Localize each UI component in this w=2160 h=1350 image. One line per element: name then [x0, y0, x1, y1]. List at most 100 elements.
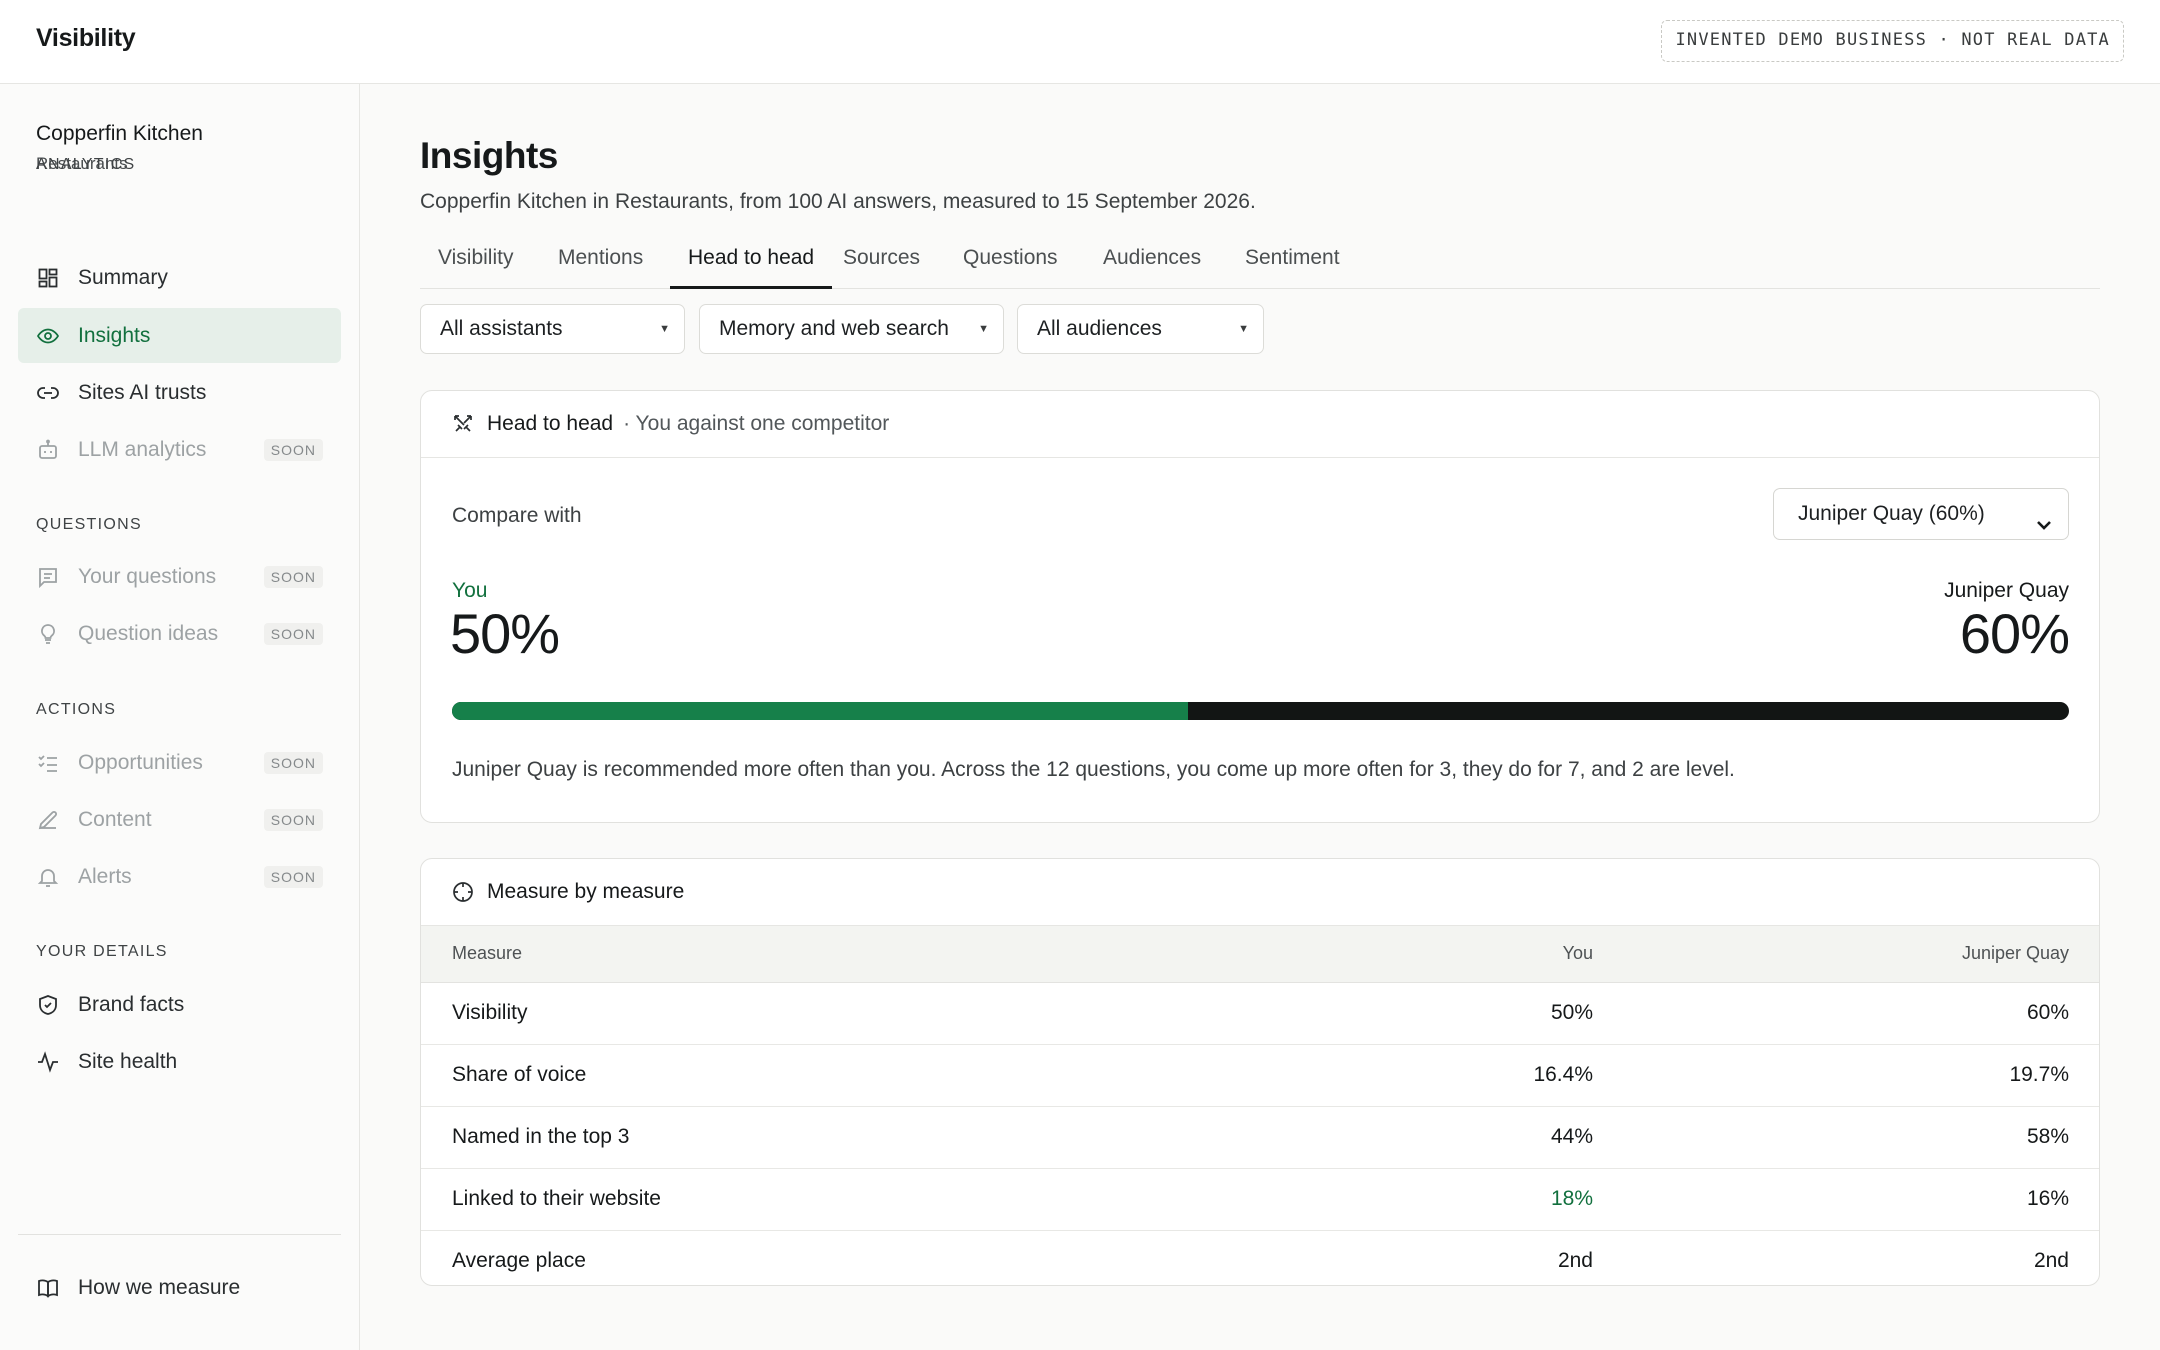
measure-you-value: 16.4% — [1093, 1044, 1593, 1107]
competitor-select[interactable]: Juniper Quay (60%) — [1773, 488, 2069, 540]
table-row: Average place 2nd 2nd — [421, 1230, 2099, 1285]
shield-icon — [36, 993, 60, 1017]
caret-down-icon: ▼ — [978, 323, 989, 335]
crosshair-icon — [451, 880, 475, 904]
sidebar-item-alerts[interactable]: Alerts SOON — [18, 849, 341, 904]
measure-you-value: 18% — [1093, 1168, 1593, 1231]
tab-visibility[interactable]: Visibility — [420, 238, 531, 289]
app-title: Visibility — [36, 24, 136, 52]
sidebar-item-label: Alerts — [78, 864, 132, 888]
tab-sources[interactable]: Sources — [825, 238, 938, 289]
caret-down-icon: ▼ — [1238, 323, 1249, 335]
swords-icon — [451, 412, 475, 436]
sidebar-item-sites-ai-trusts[interactable]: Sites AI trusts — [18, 365, 341, 420]
comparison-bar-you — [452, 702, 1188, 720]
table-row: Linked to their website 18% 16% — [421, 1168, 2099, 1231]
tab-questions[interactable]: Questions — [945, 238, 1076, 289]
mode-filter[interactable]: Memory and web search ▼ — [699, 304, 1004, 354]
checklist-icon — [36, 751, 60, 775]
soon-badge: SOON — [263, 752, 323, 774]
business-name: Copperfin Kitchen — [36, 122, 203, 145]
sidebar-item-label: Content — [78, 807, 152, 831]
table-row: Share of voice 16.4% 19.7% — [421, 1044, 2099, 1107]
column-header-you: You — [1093, 926, 1593, 983]
section-label-questions: QUESTIONS — [36, 516, 142, 533]
sidebar-item-brand-facts[interactable]: Brand facts — [18, 977, 341, 1032]
soon-badge: SOON — [263, 439, 323, 461]
measure-competitor-value: 58% — [1593, 1106, 2099, 1169]
tab-sentiment[interactable]: Sentiment — [1227, 238, 1358, 289]
sidebar-item-opportunities[interactable]: Opportunities SOON — [18, 735, 341, 790]
measure-competitor-value: 19.7% — [1593, 1044, 2099, 1107]
sidebar-item-label: Sites AI trusts — [78, 380, 207, 404]
measure-name: Linked to their website — [421, 1168, 1093, 1231]
head-to-head-header: Head to head · You against one competito… — [421, 391, 2099, 458]
sidebar-item-question-ideas[interactable]: Question ideas SOON — [18, 606, 341, 661]
sidebar-item-content[interactable]: Content SOON — [18, 792, 341, 847]
measure-by-measure-header: Measure by measure — [421, 859, 2099, 926]
sidebar-item-label: Question ideas — [78, 621, 219, 645]
pen-icon — [36, 808, 60, 832]
sidebar-item-your-questions[interactable]: Your questions SOON — [18, 549, 341, 604]
sidebar-item-insights[interactable]: Insights — [18, 308, 341, 363]
soon-badge: SOON — [263, 809, 323, 831]
sidebar-item-label: How we measure — [78, 1275, 241, 1299]
measures-table: Measure You Juniper Quay Visibility 50% … — [421, 926, 2099, 1285]
soon-badge: SOON — [263, 866, 323, 888]
tab-mentions[interactable]: Mentions — [540, 238, 661, 289]
comparison-bar — [452, 702, 2069, 720]
competitor-select-value: Juniper Quay (60%) — [1798, 502, 1985, 525]
sidebar-item-summary[interactable]: Summary — [18, 250, 341, 305]
sidebar-item-llm-analytics[interactable]: LLM analytics SOON — [18, 422, 341, 477]
link-icon — [36, 381, 60, 405]
sidebar-item-how-we-measure[interactable]: How we measure — [18, 1260, 341, 1315]
sidebar-divider — [18, 1234, 341, 1235]
head-to-head-summary: Juniper Quay is recommended more often t… — [452, 758, 1735, 781]
main-content: Insights Copperfin Kitchen in Restaurant… — [361, 85, 2160, 1350]
soon-badge: SOON — [263, 623, 323, 645]
tab-audiences[interactable]: Audiences — [1085, 238, 1219, 289]
top-bar: Visibility INVENTED DEMO BUSINESS · NOT … — [0, 0, 2160, 84]
competitor-percentage: 60% — [1959, 602, 2070, 665]
grid-icon — [36, 266, 60, 290]
compare-with-label: Compare with — [452, 504, 582, 527]
head-to-head-card: Head to head · You against one competito… — [420, 390, 2100, 823]
activity-icon — [36, 1050, 60, 1074]
tab-head-to-head[interactable]: Head to head — [670, 238, 833, 289]
column-header-competitor: Juniper Quay — [1593, 926, 2099, 983]
sidebar-item-label: Insights — [78, 323, 151, 347]
sidebar-item-label: Brand facts — [78, 992, 185, 1016]
section-label-analytics: ANALYTICS — [36, 156, 136, 173]
sidebar-item-site-health[interactable]: Site health — [18, 1034, 341, 1089]
lightbulb-icon — [36, 622, 60, 646]
measure-by-measure-title: Measure by measure — [487, 880, 685, 903]
measure-name: Named in the top 3 — [421, 1106, 1093, 1169]
audiences-filter-value: All audiences — [1037, 317, 1162, 340]
soon-badge: SOON — [263, 566, 323, 588]
mode-filter-value: Memory and web search — [719, 317, 949, 340]
measure-competitor-value: 16% — [1593, 1168, 2099, 1231]
measure-name: Share of voice — [421, 1044, 1093, 1107]
measure-name: Visibility — [421, 982, 1093, 1045]
measure-you-value: 2nd — [1557, 1249, 1593, 1273]
book-icon — [36, 1276, 60, 1300]
page-subtitle: Copperfin Kitchen in Restaurants, from 1… — [420, 190, 1256, 213]
assistants-filter[interactable]: All assistants ▼ — [420, 304, 685, 354]
sidebar-item-label: Your questions — [78, 564, 217, 588]
bot-icon — [36, 438, 60, 462]
sidebar-item-label: LLM analytics — [78, 437, 207, 461]
measure-you-value: 44% — [1093, 1106, 1593, 1169]
message-icon — [36, 565, 60, 589]
sidebar-item-label: Site health — [78, 1049, 178, 1073]
bell-icon — [36, 865, 60, 889]
demo-badge: INVENTED DEMO BUSINESS · NOT REAL DATA — [1661, 20, 2124, 62]
section-label-your-details: YOUR DETAILS — [36, 943, 168, 960]
table-row: Visibility 50% 60% — [421, 982, 2099, 1045]
measure-name: Average place — [452, 1249, 586, 1273]
competitor-label: Juniper Quay — [1944, 579, 2069, 602]
head-to-head-subtitle: · You against one competitor — [623, 412, 890, 435]
audiences-filter[interactable]: All audiences ▼ — [1017, 304, 1264, 354]
measure-competitor-value: 60% — [1593, 982, 2099, 1045]
column-header-measure: Measure — [421, 926, 1093, 983]
section-label-actions: ACTIONS — [36, 701, 117, 718]
